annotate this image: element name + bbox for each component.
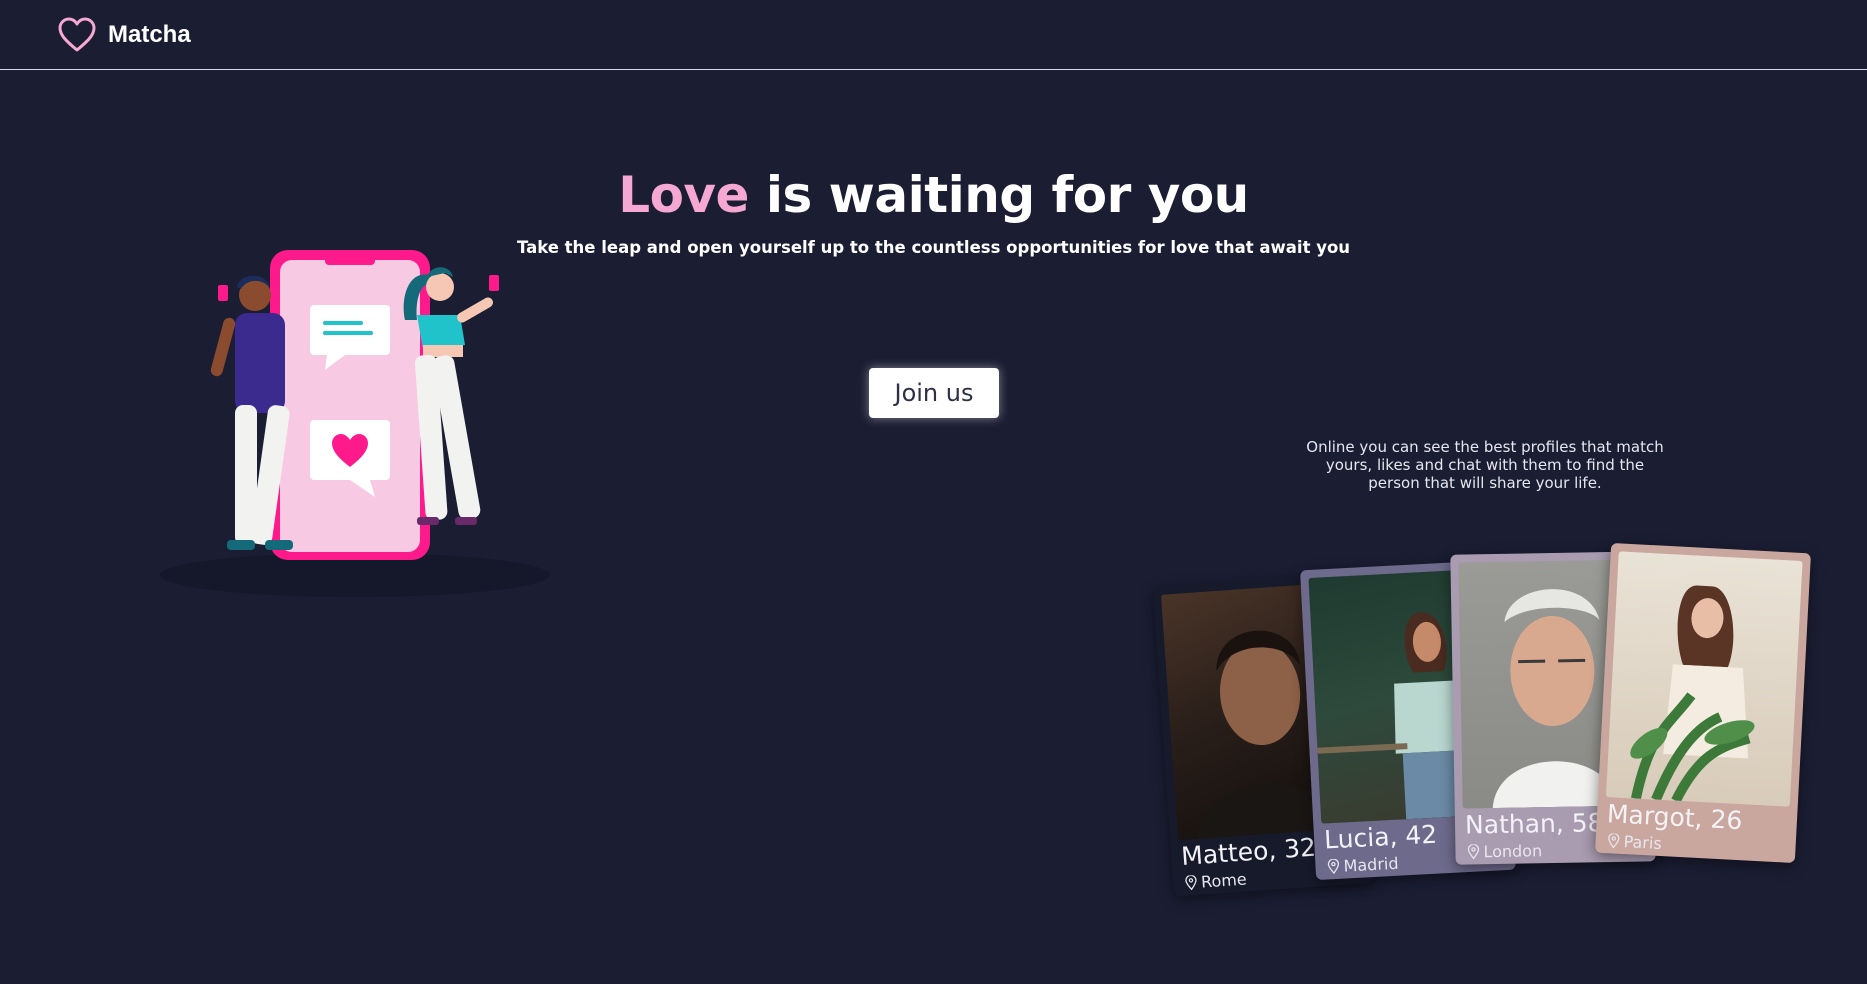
profile-name: Margot, 26 <box>1606 799 1744 836</box>
profile-city: Paris <box>1623 832 1663 854</box>
couple-phone-illustration <box>160 250 550 597</box>
profile-location: London <box>1467 841 1542 861</box>
location-pin-icon <box>1467 844 1480 860</box>
portrait-silhouette <box>1630 585 1755 803</box>
profile-location: Paris <box>1607 831 1662 853</box>
hero-title: Love is waiting for you <box>0 166 1867 224</box>
location-pin-icon <box>1608 833 1620 849</box>
app-name: Matcha <box>108 21 191 48</box>
profile-city: Rome <box>1200 869 1248 892</box>
heart-outline-icon <box>58 17 96 52</box>
profile-location: Madrid <box>1327 854 1399 877</box>
profile-photo <box>1605 551 1803 807</box>
hero-title-rest: is waiting for you <box>748 166 1249 224</box>
hero-title-accent: Love <box>618 166 749 224</box>
profile-city: Madrid <box>1343 853 1399 876</box>
profile-card-margot[interactable]: Margot, 26 Paris <box>1595 542 1811 864</box>
side-description: Online you can see the best profiles tha… <box>1306 438 1664 492</box>
profile-name: Lucia, 42 <box>1323 819 1438 855</box>
join-us-button[interactable]: Join us <box>869 368 999 418</box>
top-header: Matcha <box>0 0 1867 70</box>
profile-city: London <box>1483 841 1543 862</box>
profile-location: Rome <box>1184 870 1247 893</box>
landing-page: Matcha Love is waiting for you Take the … <box>0 0 1867 984</box>
logo[interactable]: Matcha <box>58 16 191 54</box>
location-pin-icon <box>1327 858 1340 875</box>
profile-name: Nathan, 58 <box>1464 808 1604 840</box>
location-pin-icon <box>1185 874 1197 891</box>
